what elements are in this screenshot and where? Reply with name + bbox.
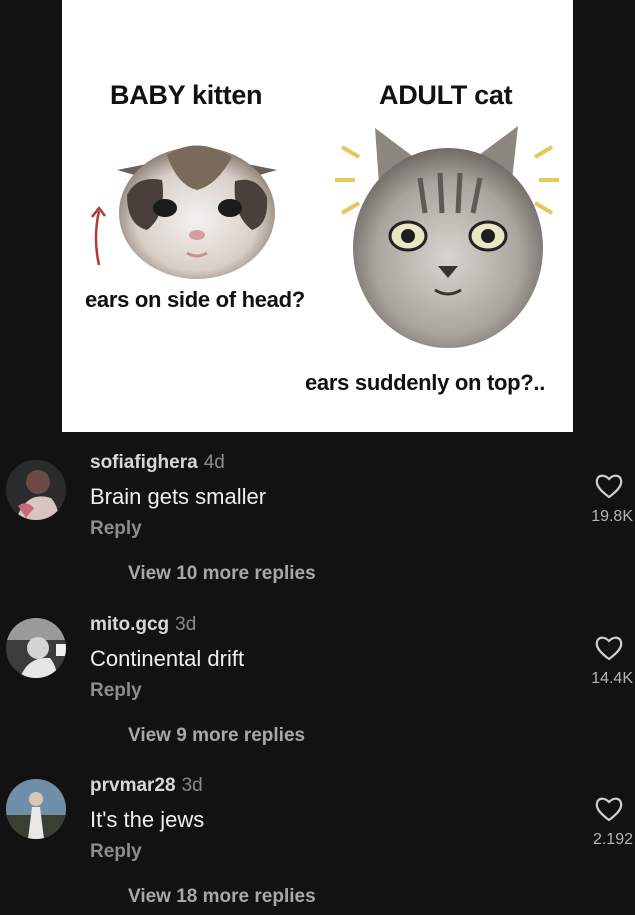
arrow-icon bbox=[91, 205, 106, 266]
comment-username[interactable]: mito.gcg 3d bbox=[90, 614, 196, 636]
username-text[interactable]: sofiafighera bbox=[90, 452, 198, 473]
view-more-replies[interactable]: View 9 more replies bbox=[128, 725, 305, 747]
comment-time: 3d bbox=[181, 775, 203, 796]
comment-item: mito.gcg 3d Continental drift Reply View … bbox=[0, 594, 635, 754]
caption-baby-kitten: BABY kitten bbox=[110, 80, 263, 110]
reply-button[interactable]: Reply bbox=[90, 680, 142, 702]
comment-username[interactable]: sofiafighera 4d bbox=[90, 452, 225, 474]
reply-button[interactable]: Reply bbox=[90, 518, 142, 540]
comment-item: prvmar28 3d It's the jews Reply View 18 m… bbox=[0, 755, 635, 915]
avatar[interactable] bbox=[6, 460, 66, 520]
comment-time: 3d bbox=[175, 614, 197, 635]
heart-icon[interactable] bbox=[594, 795, 624, 823]
username-text[interactable]: prvmar28 bbox=[90, 775, 176, 796]
heart-icon[interactable] bbox=[594, 634, 624, 662]
comment-text: Brain gets smaller bbox=[90, 484, 267, 509]
like-count: 2.192 bbox=[592, 831, 633, 848]
comment-text: It's the jews bbox=[90, 807, 205, 832]
avatar[interactable] bbox=[6, 618, 66, 678]
avatar-image bbox=[6, 460, 66, 520]
view-more-replies[interactable]: View 10 more replies bbox=[128, 563, 316, 585]
caption-adult-cat: ADULT cat bbox=[379, 80, 513, 110]
comment-item: sofiafighera 4d Brain gets smaller Reply … bbox=[0, 432, 635, 592]
caption-ears-side: ears on side of head? bbox=[85, 287, 305, 312]
comment-time: 4d bbox=[203, 452, 225, 473]
kitten-image bbox=[117, 145, 277, 279]
like-count: 14.4K bbox=[591, 670, 633, 687]
username-text[interactable]: mito.gcg bbox=[90, 614, 169, 635]
reply-button[interactable]: Reply bbox=[90, 841, 142, 863]
avatar-image bbox=[6, 779, 66, 839]
caption-ears-top: ears suddenly on top?.. bbox=[305, 370, 546, 395]
post-image: BABY kitten ADULT cat ears on side of he… bbox=[62, 0, 573, 432]
comment-text: Continental drift bbox=[90, 646, 245, 671]
avatar-image bbox=[6, 618, 66, 678]
comments-section: sofiafighera 4d Brain gets smaller Reply … bbox=[0, 432, 635, 907]
heart-icon[interactable] bbox=[594, 472, 624, 500]
view-more-replies[interactable]: View 18 more replies bbox=[128, 886, 316, 908]
app-frame: BABY kitten ADULT cat ears on side of he… bbox=[0, 0, 635, 907]
like-count: 19.8K bbox=[591, 508, 633, 525]
shock-lines-icon bbox=[335, 145, 559, 215]
avatar[interactable] bbox=[6, 779, 66, 839]
comment-username[interactable]: prvmar28 3d bbox=[90, 775, 203, 797]
